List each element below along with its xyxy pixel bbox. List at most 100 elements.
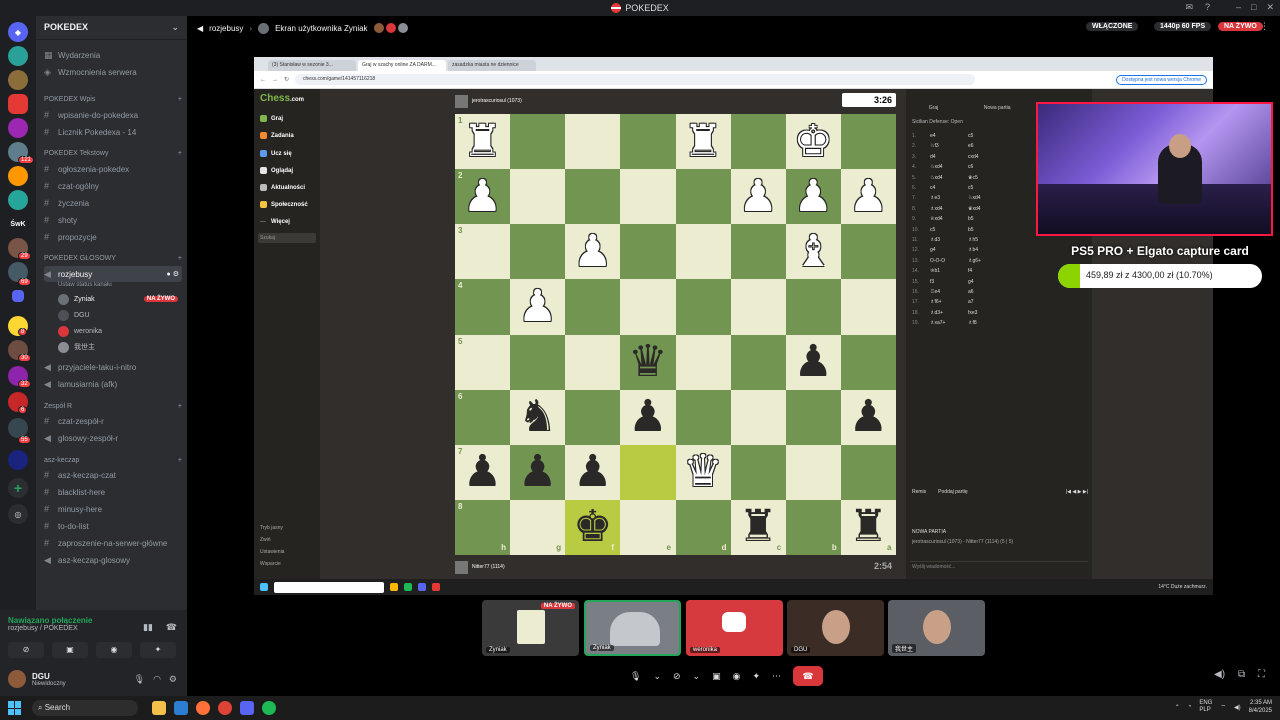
- participant-tile[interactable]: weronika: [686, 600, 783, 656]
- nav-watch[interactable]: Oglądaj: [260, 167, 293, 174]
- camera-off-button[interactable]: ⊘: [8, 642, 44, 658]
- taskbar-search[interactable]: ⌕ Search: [32, 700, 138, 716]
- board-square[interactable]: [675, 389, 731, 445]
- server-icon[interactable]: [8, 46, 28, 66]
- move[interactable]: ♘f3: [930, 143, 968, 149]
- move-navigation-icon[interactable]: |◀ ◀ ▶ ▶|: [1066, 489, 1088, 495]
- add-channel-icon[interactable]: +: [178, 457, 182, 464]
- file-explorer-icon[interactable]: [152, 701, 166, 715]
- board-square[interactable]: [620, 279, 676, 335]
- discord-icon[interactable]: [240, 701, 254, 715]
- board-square[interactable]: [565, 114, 621, 170]
- clock[interactable]: 2:35 AM 8/4/2025: [1249, 699, 1272, 715]
- move[interactable]: c6: [968, 164, 1006, 170]
- participant-tile[interactable]: Zyniak NA ŻYWO: [482, 600, 579, 656]
- participant-tile[interactable]: DGU: [787, 600, 884, 656]
- move[interactable]: e6: [968, 143, 1006, 149]
- avatar[interactable]: [8, 670, 26, 688]
- set-status-link[interactable]: Ustaw status kanału: [58, 280, 196, 290]
- black-pawn-piece[interactable]: ♟: [786, 335, 841, 390]
- discover-icon[interactable]: ◎: [8, 504, 28, 524]
- move[interactable]: ♗d3+: [930, 310, 968, 316]
- chevron-down-icon[interactable]: ⌄: [653, 671, 661, 682]
- channel-item[interactable]: # to-do-list: [44, 519, 182, 533]
- voice-channel-item[interactable]: ◀ przyjaciele-taku-i-nitro: [44, 360, 182, 374]
- voice-user[interactable]: DGU: [58, 308, 182, 322]
- category-header[interactable]: Zespół R +: [44, 403, 182, 410]
- settings-icon[interactable]: ⚙: [169, 674, 177, 685]
- board-square[interactable]: [620, 444, 676, 500]
- board-square[interactable]: [840, 224, 896, 280]
- move[interactable]: cxd4: [968, 154, 1006, 160]
- board-square[interactable]: [510, 169, 566, 225]
- black-pawn-piece[interactable]: ♟: [565, 445, 620, 500]
- move[interactable]: b5: [968, 216, 1006, 222]
- channel-item[interactable]: # minusy-here: [44, 502, 182, 516]
- headphones-icon[interactable]: ◠: [153, 674, 161, 685]
- chess-board[interactable]: 1 2 3 4 5 6 7 8 h g f e d c b a ♜ ♜ ♚ ♟ ♟ ♟ ♟ ♟ ♝ ♟ ♛ ♟ ♞ ♟ ♟ ♟ ♟ ♟ ♛ ♚ ♜ ♜: [455, 114, 896, 555]
- maximize-icon[interactable]: □: [1251, 2, 1256, 13]
- white-pawn-piece[interactable]: ♟: [786, 169, 841, 224]
- inbox-icon[interactable]: ✉: [1185, 2, 1193, 13]
- move[interactable]: c4: [930, 185, 968, 191]
- tab-play[interactable]: Graj: [929, 91, 938, 115]
- move[interactable]: b5: [968, 227, 1006, 233]
- channel-item[interactable]: # asz-keczap-czat: [44, 468, 182, 482]
- url-field[interactable]: chess.com/game/141457116218: [295, 74, 976, 85]
- channel-name[interactable]: rozjebusy: [209, 24, 243, 33]
- share-screen-button[interactable]: ▣: [52, 642, 88, 658]
- back-icon[interactable]: ←: [260, 77, 266, 83]
- black-pawn-piece[interactable]: ♟: [510, 445, 565, 500]
- white-pawn-piece[interactable]: ♟: [455, 169, 510, 224]
- board-square[interactable]: [455, 334, 511, 390]
- board-square[interactable]: [840, 114, 896, 170]
- channel-item[interactable]: # zaproszenie-na-serwer-główne: [44, 536, 182, 550]
- server-icon-swk[interactable]: ŚwK: [8, 214, 28, 234]
- board-square[interactable]: [675, 169, 731, 225]
- white-pawn-piece[interactable]: ♟: [510, 279, 565, 334]
- popout-icon[interactable]: ⧉: [1238, 669, 1245, 680]
- move[interactable]: ♗h5: [968, 237, 1006, 243]
- nav-social[interactable]: Społeczność: [260, 201, 308, 208]
- move[interactable]: ♛xd4: [968, 206, 1006, 212]
- move[interactable]: ♗f6+: [930, 299, 968, 305]
- move[interactable]: ♖e4: [930, 289, 968, 295]
- light-mode-toggle[interactable]: Tryb jasny: [260, 525, 283, 531]
- activities-button[interactable]: ◉: [96, 642, 132, 658]
- server-icon[interactable]: [8, 118, 28, 138]
- move[interactable]: d4: [930, 154, 968, 160]
- white-bishop-piece[interactable]: ♝: [786, 224, 841, 279]
- move[interactable]: c5: [930, 227, 968, 233]
- black-rook-piece[interactable]: ♜: [731, 500, 786, 555]
- network-icon[interactable]: ◔: [1188, 704, 1192, 710]
- store-icon[interactable]: [174, 701, 188, 715]
- board-square[interactable]: [730, 224, 786, 280]
- channel-item[interactable]: # czat-ogólny: [44, 179, 182, 193]
- category-header[interactable]: POKEDEX Wpis +: [44, 96, 182, 103]
- white-queen-piece[interactable]: ♛: [676, 445, 731, 500]
- board-square[interactable]: [510, 114, 566, 170]
- board-square[interactable]: [675, 334, 731, 390]
- category-header[interactable]: asz-keczap +: [44, 457, 182, 464]
- board-square[interactable]: [840, 334, 896, 390]
- black-pawn-piece[interactable]: ♟: [455, 445, 510, 500]
- move[interactable]: ♕xd4: [930, 216, 968, 222]
- board-square[interactable]: [565, 279, 621, 335]
- move[interactable]: fxe3: [968, 310, 1006, 316]
- signal-icon[interactable]: ▮▮: [143, 622, 153, 633]
- add-server-icon[interactable]: +: [8, 478, 28, 498]
- black-king-piece[interactable]: ♚: [565, 500, 620, 555]
- board-square[interactable]: [510, 334, 566, 390]
- update-chrome-button[interactable]: Dostępna jest nowa wersja Chrome: [1116, 74, 1207, 85]
- microphone-icon[interactable]: 🎙: [630, 671, 641, 682]
- disconnect-icon[interactable]: ☎: [166, 622, 177, 633]
- volume-icon[interactable]: ◀): [1214, 669, 1225, 680]
- board-square[interactable]: [565, 389, 621, 445]
- share-screen-icon[interactable]: ▣: [712, 671, 721, 682]
- spotify-icon[interactable]: [262, 701, 276, 715]
- voice-user[interactable]: 我世主: [58, 340, 182, 354]
- move[interactable]: O-O-O: [930, 258, 968, 264]
- move[interactable]: ♗f8: [968, 320, 1006, 326]
- board-square[interactable]: [730, 279, 786, 335]
- black-knight-piece[interactable]: ♞: [510, 390, 565, 445]
